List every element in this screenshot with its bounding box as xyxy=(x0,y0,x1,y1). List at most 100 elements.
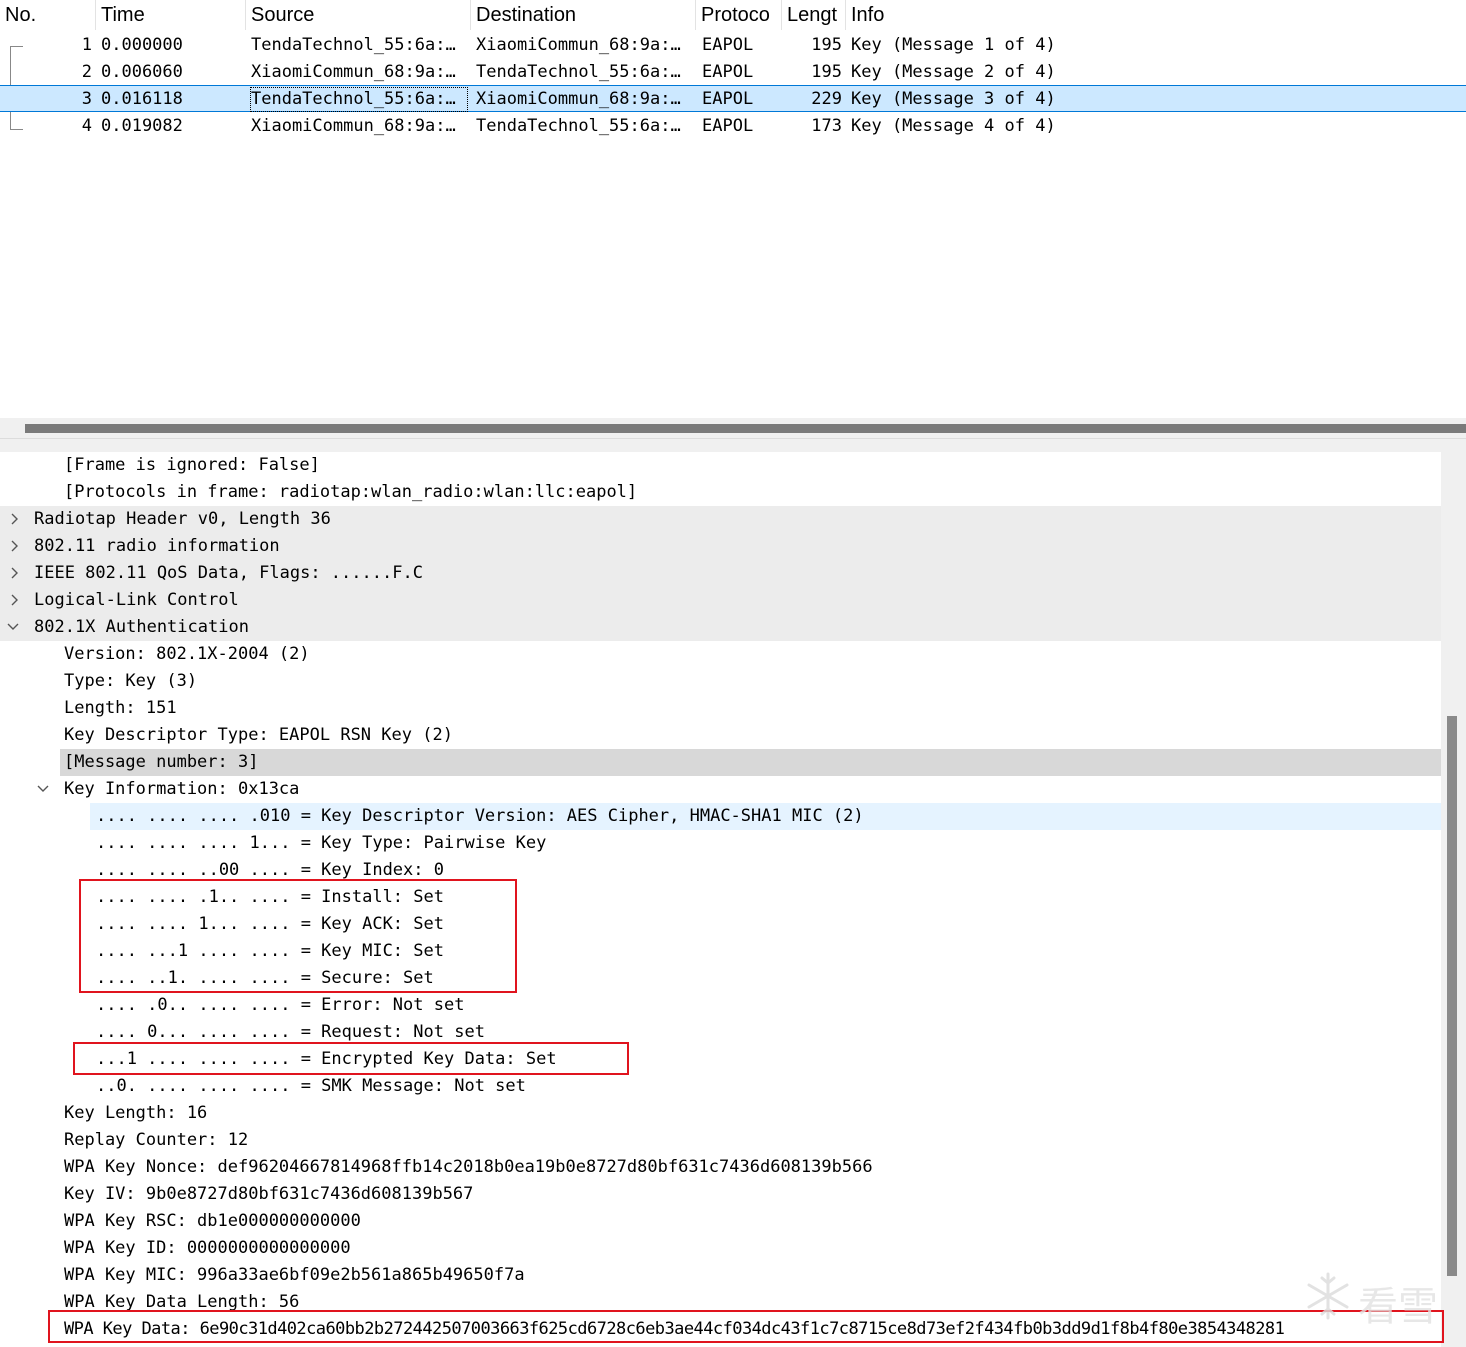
tree-item-ieee80211[interactable]: IEEE 802.11 QoS Data, Flags: ......F.C xyxy=(0,560,1441,587)
tree-item[interactable]: Key IV: 9b0e8727d80bf631c7436d608139b567 xyxy=(0,1181,1441,1208)
tree-item-bitfield[interactable]: .... .... .... .010 = Key Descriptor Ver… xyxy=(90,803,1441,830)
horizontal-scrollbar[interactable] xyxy=(25,424,1466,433)
vertical-scrollbar[interactable] xyxy=(1441,452,1466,1347)
packet-destination: XiaomiCommun_68:9a:… xyxy=(476,89,681,109)
column-time[interactable]: Time xyxy=(96,0,246,30)
tree-item-label: ..0. .... .... .... = SMK Message: Not s… xyxy=(96,1076,526,1096)
packet-info: Key (Message 3 of 4) xyxy=(851,89,1056,109)
divider xyxy=(0,438,1466,439)
tree-item-bitfield[interactable]: .... .... .... 1... = Key Type: Pairwise… xyxy=(0,830,1441,857)
annotation-box-encrypted xyxy=(73,1042,629,1075)
tree-item-label: IEEE 802.11 QoS Data, Flags: ......F.C xyxy=(34,563,423,583)
tree-item-radiotap[interactable]: Radiotap Header v0, Length 36 xyxy=(0,506,1441,533)
pane-splitter[interactable] xyxy=(0,418,1466,452)
tree-item-key-information[interactable]: Key Information: 0x13ca xyxy=(0,776,1441,803)
tree-item[interactable]: [Frame is ignored: False] xyxy=(0,452,1441,479)
tree-item-8021x[interactable]: 802.1X Authentication xyxy=(0,614,1441,641)
tree-item-label: Type: Key (3) xyxy=(64,671,198,691)
chevron-right-icon[interactable] xyxy=(8,560,22,587)
tree-item-bitfield[interactable]: .... .0.. .... .... = Error: Not set xyxy=(0,992,1441,1019)
packet-row[interactable]: 4 0.019082 XiaomiCommun_68:9a:… TendaTec… xyxy=(0,113,1466,140)
snowflake-icon xyxy=(1307,1272,1349,1320)
annotation-box-key-data xyxy=(48,1310,1444,1343)
tree-item-label: Key Descriptor Type: EAPOL RSN Key (2) xyxy=(64,725,453,745)
tree-item[interactable]: Version: 802.1X-2004 (2) xyxy=(0,641,1441,668)
packet-info: Key (Message 2 of 4) xyxy=(851,62,1056,82)
watermark-text: 看雪 xyxy=(1358,1284,1438,1330)
column-no[interactable]: No. xyxy=(0,0,96,30)
tree-item-radio-info[interactable]: 802.11 radio information xyxy=(0,533,1441,560)
packet-info: Key (Message 1 of 4) xyxy=(851,35,1056,55)
annotation-box-flags xyxy=(79,879,517,993)
packet-time: 0.006060 xyxy=(101,62,183,82)
packet-protocol: EAPOL xyxy=(702,89,754,109)
chevron-down-icon[interactable] xyxy=(6,614,20,641)
packet-time: 0.019082 xyxy=(101,116,183,136)
tree-item-message-number[interactable]: [Message number: 3] xyxy=(60,749,1441,776)
packet-info: Key (Message 4 of 4) xyxy=(851,116,1056,136)
column-length[interactable]: Lengt xyxy=(782,0,846,30)
packet-time: 0.016118 xyxy=(101,89,183,109)
packet-destination: XiaomiCommun_68:9a:… xyxy=(476,35,681,55)
tree-item[interactable]: WPA Key ID: 0000000000000000 xyxy=(0,1235,1441,1262)
tree-item-label: Logical-Link Control xyxy=(34,590,239,610)
tree-item-label: Radiotap Header v0, Length 36 xyxy=(34,509,331,529)
column-destination[interactable]: Destination xyxy=(471,0,696,30)
tree-item-label: Key IV: 9b0e8727d80bf631c7436d608139b567 xyxy=(64,1184,474,1204)
tree-item[interactable]: WPA Key MIC: 996a33ae6bf09e2b561a865b496… xyxy=(0,1262,1441,1289)
packet-protocol: EAPOL xyxy=(702,62,754,82)
packet-no: 4 xyxy=(81,116,92,136)
tree-item-label: [Protocols in frame: radiotap:wlan_radio… xyxy=(64,482,638,502)
packet-protocol: EAPOL xyxy=(702,35,754,55)
tree-item-label: WPA Key Nonce: def96204667814968ffb14c20… xyxy=(64,1157,873,1177)
tree-item[interactable]: Type: Key (3) xyxy=(0,668,1441,695)
tree-item-label: WPA Key ID: 0000000000000000 xyxy=(64,1238,351,1258)
tree-item[interactable]: Length: 151 xyxy=(0,695,1441,722)
tree-item-label: WPA Key RSC: db1e000000000000 xyxy=(64,1211,361,1231)
tree-item-label: 802.11 radio information xyxy=(34,536,280,556)
packet-time: 0.000000 xyxy=(101,35,183,55)
tree-item[interactable]: Key Length: 16 xyxy=(0,1100,1441,1127)
packet-length: 229 xyxy=(811,89,842,109)
tree-item-label: .... .... .... 1... = Key Type: Pairwise… xyxy=(96,833,547,853)
packet-length: 195 xyxy=(811,62,842,82)
packet-protocol: EAPOL xyxy=(702,116,754,136)
packet-length: 173 xyxy=(811,116,842,136)
watermark: 看雪 xyxy=(1300,1268,1460,1330)
packet-row[interactable]: 2 0.006060 XiaomiCommun_68:9a:… TendaTec… xyxy=(0,59,1466,86)
tree-item-bitfield[interactable]: ..0. .... .... .... = SMK Message: Not s… xyxy=(0,1073,1441,1100)
packet-length: 195 xyxy=(811,35,842,55)
scrollbar-thumb[interactable] xyxy=(1447,716,1457,1276)
packet-source: XiaomiCommun_68:9a:… xyxy=(251,62,456,82)
column-source[interactable]: Source xyxy=(246,0,471,30)
tree-item[interactable]: Key Descriptor Type: EAPOL RSN Key (2) xyxy=(0,722,1441,749)
packet-no: 2 xyxy=(81,62,92,82)
tree-item-label: WPA Key MIC: 996a33ae6bf09e2b561a865b496… xyxy=(64,1265,525,1285)
tree-item-label: Key Length: 16 xyxy=(64,1103,208,1123)
column-info[interactable]: Info xyxy=(846,0,1466,30)
tree-item[interactable]: WPA Key RSC: db1e000000000000 xyxy=(0,1208,1441,1235)
packet-list-header: No. Time Source Destination Protoco Leng… xyxy=(0,0,1466,30)
column-protocol[interactable]: Protoco xyxy=(696,0,782,30)
tree-item-label: Version: 802.1X-2004 (2) xyxy=(64,644,310,664)
tree-item-label: .... .0.. .... .... = Error: Not set xyxy=(96,995,465,1015)
chevron-down-icon[interactable] xyxy=(36,776,50,803)
tree-item-label: Length: 151 xyxy=(64,698,177,718)
packet-no: 3 xyxy=(81,89,92,109)
chevron-right-icon[interactable] xyxy=(8,533,22,560)
chevron-right-icon[interactable] xyxy=(8,587,22,614)
tree-item-label: [Message number: 3] xyxy=(64,752,259,772)
packet-list[interactable]: No. Time Source Destination Protoco Leng… xyxy=(0,0,1466,418)
chevron-right-icon[interactable] xyxy=(8,506,22,533)
packet-row-selected[interactable]: 3 0.016118 TendaTechnol_55:6a:… XiaomiCo… xyxy=(0,85,1466,112)
tree-item[interactable]: Replay Counter: 12 xyxy=(0,1127,1441,1154)
packet-no: 1 xyxy=(81,35,92,55)
packet-row[interactable]: 1 0.000000 TendaTechnol_55:6a:… XiaomiCo… xyxy=(0,32,1466,59)
tree-item-llc[interactable]: Logical-Link Control xyxy=(0,587,1441,614)
tree-item[interactable]: [Protocols in frame: radiotap:wlan_radio… xyxy=(0,479,1441,506)
tree-item-label: .... .... .... .010 = Key Descriptor Ver… xyxy=(96,806,864,826)
tree-item[interactable]: WPA Key Nonce: def96204667814968ffb14c20… xyxy=(0,1154,1441,1181)
packet-source: TendaTechnol_55:6a:… xyxy=(251,35,456,55)
packet-destination: TendaTechnol_55:6a:… xyxy=(476,116,681,136)
tree-item-label: [Frame is ignored: False] xyxy=(64,455,320,475)
